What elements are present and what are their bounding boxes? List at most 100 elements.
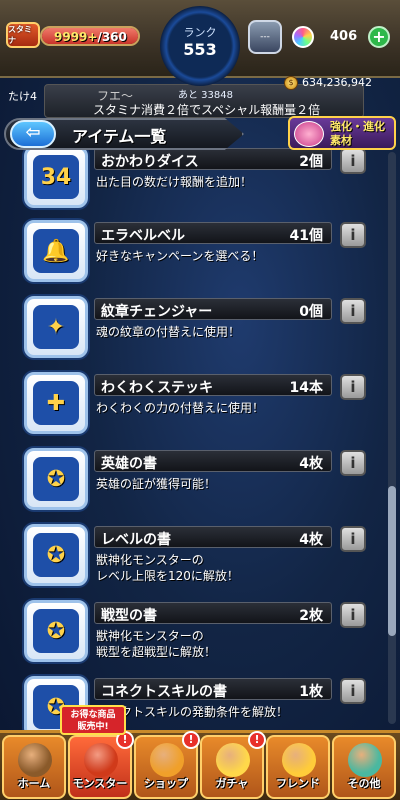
info-button[interactable]: i xyxy=(340,222,366,248)
stamina-icon: スタミナ xyxy=(6,22,40,48)
evolution-character-icon xyxy=(294,121,324,147)
nav-label: ホーム xyxy=(17,777,51,790)
info-button[interactable]: i xyxy=(340,602,366,628)
item-description: 好きなキャンペーンを選べる！ xyxy=(96,249,264,263)
item-icon-art: ✪ xyxy=(33,457,79,501)
lantern-icon[interactable]: --- xyxy=(248,20,282,54)
gold-count: 634,236,942 xyxy=(302,76,372,89)
list-item[interactable]: 🔔 エラベルベル 41個好きなキャンペーンを選べる！ i xyxy=(24,214,374,286)
alert-badge: ! xyxy=(182,731,200,749)
item-name: コネクトスキルの書 xyxy=(101,684,227,700)
item-count: 2枚 xyxy=(299,608,323,624)
bottom-nav: ホーム モンスター! ショップ! ガチャ! フレンド その他 お得な商品 販売中! xyxy=(0,705,400,800)
item-count: 14本 xyxy=(289,380,323,396)
item-description: 魂の紋章の付替えに使用！ xyxy=(96,325,241,339)
item-description: 出た目の数だけ報酬を追加！ xyxy=(96,175,253,189)
item-icon-art: 34 xyxy=(33,155,79,199)
item-list[interactable]: 34 おかわりダイス 2個出た目の数だけ報酬を追加！ i 🔔 エラベルベル 41個好きなキャ… xyxy=(0,140,400,730)
info-button[interactable]: i xyxy=(340,374,366,400)
item-count: 4枚 xyxy=(299,532,323,548)
stamina-value: 9999+ xyxy=(54,30,98,44)
item-name: わくわくステッキ xyxy=(101,380,213,396)
dice-icon[interactable]: 34 xyxy=(24,146,88,208)
nav-label: その他 xyxy=(347,777,381,790)
back-button[interactable]: ⇦ xyxy=(10,120,56,148)
shop-icon xyxy=(150,743,184,777)
evolution-material-button[interactable]: 強化・進化 素材 xyxy=(288,116,396,150)
nav-monster[interactable]: モンスター! xyxy=(68,731,134,799)
battle-book-icon[interactable]: ✪ xyxy=(24,600,88,662)
info-button[interactable]: i xyxy=(340,298,366,324)
stamina-max: /360 xyxy=(97,30,127,44)
alert-badge: ! xyxy=(248,731,266,749)
item-name-bar: コネクトスキルの書 1枚 xyxy=(94,678,332,700)
item-name-bar: 戦型の書 2枚 xyxy=(94,602,332,624)
sale-tag[interactable]: お得な商品 販売中! xyxy=(60,705,126,735)
level-book-icon[interactable]: ✪ xyxy=(24,524,88,586)
nav-other-menu[interactable]: その他 xyxy=(332,735,396,799)
rank-label: ランク xyxy=(183,25,217,39)
item-name-bar: レベルの書 4枚 xyxy=(94,526,332,548)
item-count: 0個 xyxy=(299,304,323,320)
item-icon-art: 🔔 xyxy=(33,229,79,273)
bell-icon[interactable]: 🔔 xyxy=(24,220,88,282)
item-icon-art: ✦ xyxy=(33,305,79,349)
other-menu-icon xyxy=(348,743,382,777)
item-icon-art: ✪ xyxy=(33,609,79,653)
item-description: 英雄の証が獲得可能！ xyxy=(96,477,217,491)
friend-balloon-icon xyxy=(282,743,316,777)
emblem-changer-icon[interactable]: ✦ xyxy=(24,296,88,358)
rank-next-exp: あと 33848 xyxy=(178,90,233,101)
gacha-egg-icon xyxy=(216,743,250,777)
nav-friend-balloon[interactable]: フレンド xyxy=(266,735,330,799)
item-name: 英雄の書 xyxy=(101,456,157,472)
nav-shop[interactable]: ショップ! xyxy=(134,731,200,799)
info-button[interactable]: i xyxy=(340,450,366,476)
info-button[interactable]: i xyxy=(340,526,366,552)
item-name: おかわりダイス xyxy=(101,154,199,170)
home-icon xyxy=(18,743,52,777)
rank-value: 553 xyxy=(183,39,217,59)
nav-label: フレンド xyxy=(276,777,320,790)
scrollbar-thumb[interactable] xyxy=(388,486,396,636)
list-item[interactable]: ✦ 紋章チェンジャー 0個魂の紋章の付替えに使用！ i xyxy=(24,290,374,362)
item-count: 1枚 xyxy=(299,684,323,700)
nav-label: ガチャ xyxy=(215,777,249,790)
hero-book-icon[interactable]: ✪ xyxy=(24,448,88,510)
list-item[interactable]: ✚ わくわくステッキ 14本わくわくの力の付替えに使用！ i xyxy=(24,366,374,438)
item-description: わくわくの力の付替えに使用！ xyxy=(96,401,265,415)
evolution-material-label: 強化・進化 素材 xyxy=(330,120,385,147)
nav-label: ショップ xyxy=(144,777,188,790)
item-icon-art: ✪ xyxy=(33,533,79,577)
list-item[interactable]: ✪ 戦型の書 2枚獣神化モンスターの 戦型を超戦型に解放！ i xyxy=(24,594,374,666)
wand-icon[interactable]: ✚ xyxy=(24,372,88,434)
add-orb-button[interactable]: + xyxy=(368,26,390,48)
list-item[interactable]: ✪ レベルの書 4枚獣神化モンスターの レベル上限を120に解放！ i xyxy=(24,518,374,590)
item-count: 2個 xyxy=(299,154,323,170)
rank-badge[interactable]: ランク 553 xyxy=(160,6,240,86)
orb-icon xyxy=(292,26,314,48)
nav-gacha-egg[interactable]: ガチャ! xyxy=(200,731,266,799)
player-name: たけ4 xyxy=(8,90,37,103)
app-screen: スタミナ 9999+/360 --- 406 + ランク 553 あと 3384… xyxy=(0,0,400,800)
item-name-bar: わくわくステッキ 14本 xyxy=(94,374,332,396)
info-button[interactable]: i xyxy=(340,678,366,704)
scrollbar-track[interactable] xyxy=(388,152,396,724)
item-name-bar: エラベルベル 41個 xyxy=(94,222,332,244)
gold-coin-icon: $ xyxy=(284,76,298,90)
item-description: 獣神化モンスターの レベル上限を120に解放！ xyxy=(96,553,239,583)
item-name: 紋章チェンジャー xyxy=(101,304,213,320)
item-name-bar: 英雄の書 4枚 xyxy=(94,450,332,472)
lantern-value: --- xyxy=(260,32,270,42)
stamina-bar: 9999+/360 xyxy=(40,26,140,46)
stamina-text: 9999+/360 xyxy=(54,30,127,44)
item-name: エラベルベル xyxy=(101,228,185,244)
list-item[interactable]: ✪ 英雄の書 4枚英雄の証が獲得可能！ i xyxy=(24,442,374,514)
page-title: アイテム一覧 xyxy=(72,127,167,146)
nav-home[interactable]: ホーム xyxy=(2,735,66,799)
item-description: 獣神化モンスターの 戦型を超戦型に解放！ xyxy=(96,629,217,659)
back-arrow-icon: ⇦ xyxy=(25,122,41,143)
item-name: レベルの書 xyxy=(101,532,171,548)
item-description: コネクトスキルの発動条件を解放！ xyxy=(96,705,289,719)
item-count: 41個 xyxy=(289,228,323,244)
